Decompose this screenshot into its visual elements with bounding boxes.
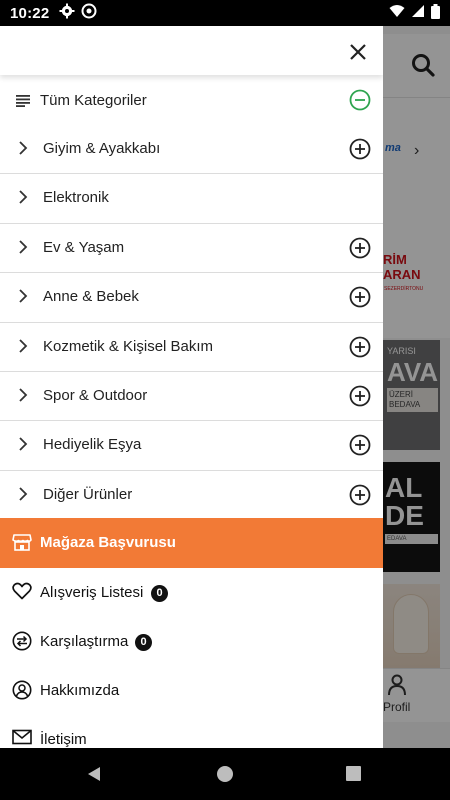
compare-arrows-icon [12, 631, 32, 656]
store-icon [12, 532, 32, 557]
category-label: Kozmetik & Kişisel Bakım [43, 337, 214, 355]
category-item[interactable]: Anne & Bebek [0, 273, 383, 323]
chevron-right-icon [18, 387, 28, 408]
category-list: Giyim & Ayakkabı Elektronik Ev & Yaşam A… [0, 125, 383, 520]
category-label: Ev & Yaşam [43, 238, 125, 256]
category-label: Spor & Outdoor [43, 386, 148, 404]
drawer-header [0, 26, 383, 75]
chevron-right-icon [18, 486, 28, 507]
person-badge-icon [12, 680, 32, 705]
category-item[interactable]: Elektronik [0, 174, 383, 224]
category-label: Diğer Ürünler [43, 485, 133, 503]
settings-gear-icon [59, 3, 75, 23]
navigation-drawer: Tüm Kategoriler Giyim & Ayakkabı Elektro… [0, 26, 383, 748]
compare-item[interactable]: Karşılaştırma 0 [0, 617, 383, 665]
category-item[interactable]: Hediyelik Eşya [0, 421, 383, 471]
category-item[interactable]: Kozmetik & Kişisel Bakım [0, 323, 383, 372]
category-item[interactable]: Giyim & Ayakkabı [0, 125, 383, 175]
category-label: Elektronik [43, 189, 109, 207]
heart-icon [12, 582, 32, 605]
plus-circle-icon[interactable] [349, 484, 371, 511]
plus-circle-icon[interactable] [349, 286, 371, 313]
close-icon[interactable] [346, 40, 370, 64]
at-sign-icon [81, 3, 97, 23]
mail-icon [12, 729, 32, 748]
chevron-right-icon [18, 338, 28, 359]
chevron-right-icon [18, 288, 28, 309]
category-label: Hediyelik Eşya [43, 436, 142, 454]
compare-label: Karşılaştırma [40, 633, 129, 650]
plus-circle-icon[interactable] [349, 434, 371, 461]
plus-circle-icon[interactable] [349, 237, 371, 264]
plus-circle-icon[interactable] [349, 138, 371, 165]
recent-apps-icon[interactable] [346, 766, 361, 781]
back-icon[interactable] [86, 766, 102, 787]
compare-count-badge: 0 [135, 634, 152, 651]
chevron-right-icon [18, 189, 28, 210]
status-bar: 10:22 [0, 0, 450, 26]
shopping-list-item[interactable]: Alışveriş Listesi 0 [0, 568, 383, 616]
store-application-button[interactable]: Mağaza Başvurusu [0, 518, 383, 568]
wifi-icon [389, 4, 405, 22]
about-item[interactable]: Hakkımızda [0, 666, 383, 714]
minus-circle-icon[interactable] [349, 89, 371, 116]
category-item[interactable]: Ev & Yaşam [0, 224, 383, 274]
category-label: Giyim & Ayakkabı [43, 140, 161, 157]
all-categories-row[interactable]: Tüm Kategoriler [0, 86, 383, 116]
category-label: Anne & Bebek [43, 288, 139, 306]
shopping-list-label: Alışveriş Listesi [40, 584, 144, 601]
all-categories-label: Tüm Kategoriler [40, 92, 147, 109]
system-navigation-bar [0, 748, 450, 800]
chevron-right-icon [18, 239, 28, 260]
signal-icon [411, 4, 425, 22]
chevron-right-icon [18, 436, 28, 457]
category-item[interactable]: Diğer Ürünler [0, 471, 383, 520]
chevron-right-icon [18, 140, 28, 161]
menu-list-icon [16, 94, 30, 112]
status-time: 10:22 [10, 4, 50, 22]
category-item[interactable]: Spor & Outdoor [0, 372, 383, 422]
plus-circle-icon[interactable] [349, 336, 371, 363]
store-application-label: Mağaza Başvurusu [40, 534, 176, 551]
contact-label: İletişim [40, 731, 87, 748]
plus-circle-icon[interactable] [349, 385, 371, 412]
home-icon[interactable] [217, 766, 233, 782]
shopping-list-count-badge: 0 [151, 585, 168, 602]
battery-icon [431, 3, 440, 23]
about-label: Hakkımızda [40, 682, 120, 699]
contact-item[interactable]: İletişim [0, 715, 383, 748]
